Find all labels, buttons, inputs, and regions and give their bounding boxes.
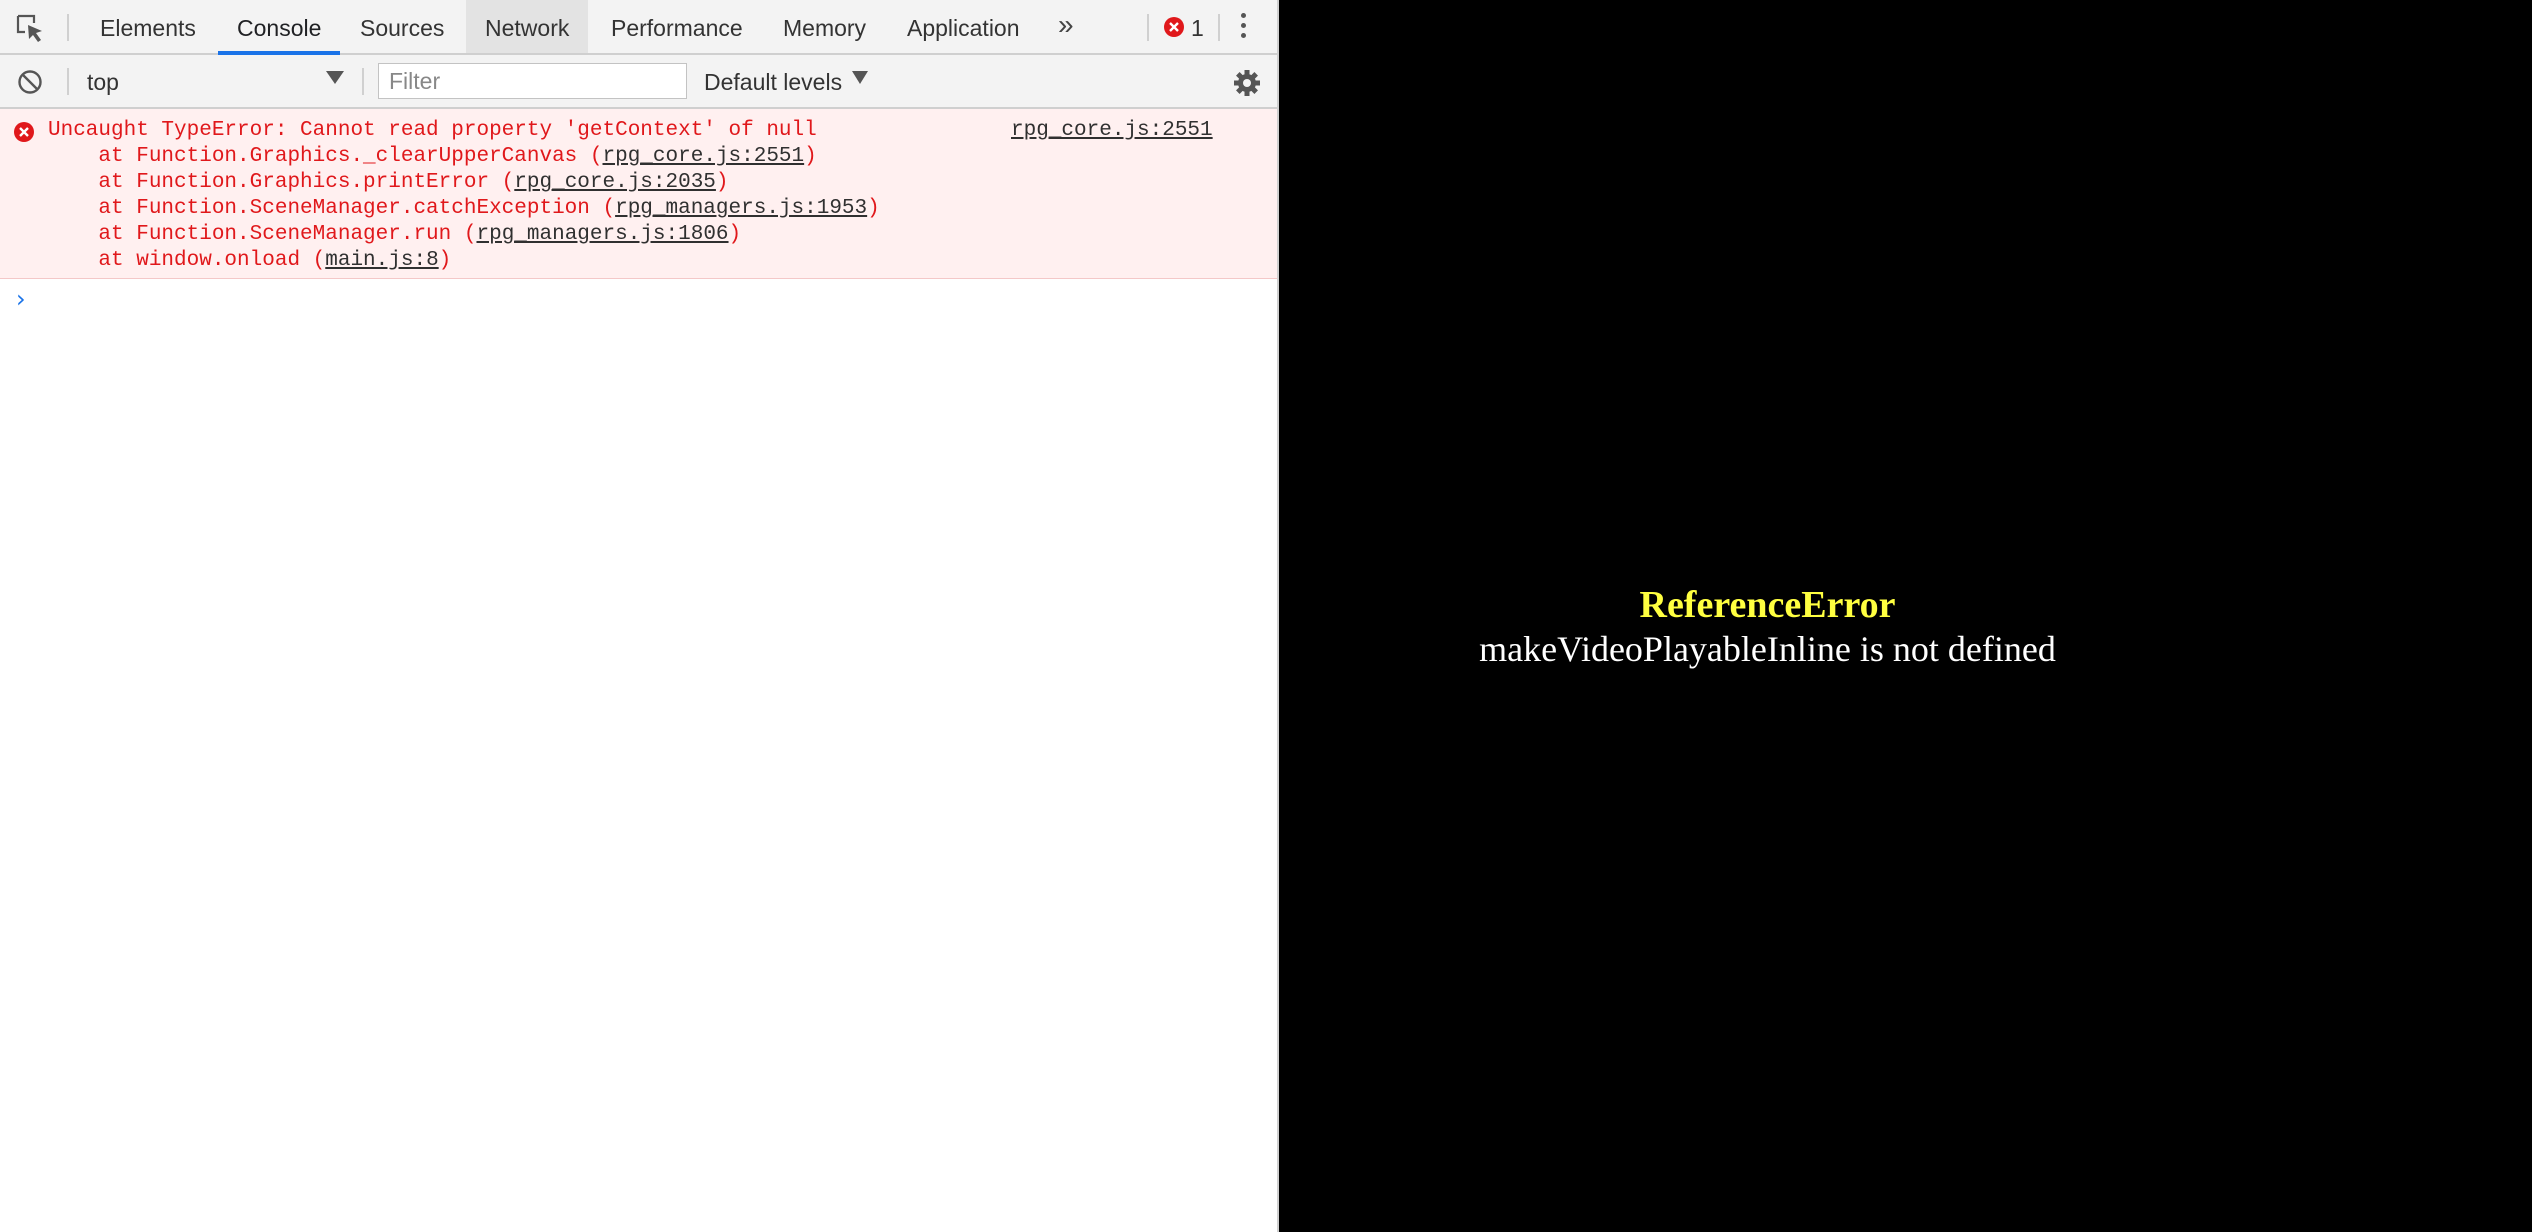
stack-frame: at Function.SceneManager.catchException … (48, 197, 880, 220)
stack-frame-link[interactable]: rpg_managers.js:1806 (476, 223, 728, 246)
inspect-element-icon[interactable] (15, 13, 45, 43)
stack-frame: at window.onload (main.js:8) (48, 249, 452, 272)
filter-input[interactable] (378, 63, 687, 99)
stack-frame: at Function.Graphics.printError (rpg_cor… (48, 171, 729, 194)
divider (1147, 14, 1149, 41)
error-source-link[interactable]: rpg_core.js:2551 (1011, 118, 1213, 144)
log-levels-dropdown[interactable]: Default levels (704, 69, 842, 95)
divider (67, 14, 69, 41)
context-dropdown-icon[interactable] (326, 71, 344, 84)
devtools-panel: Elements Console Sources Network Perform… (0, 0, 1279, 1232)
tab-elements[interactable]: Elements (81, 0, 215, 53)
game-error-message: makeVideoPlayableInline is not defined (1479, 629, 2056, 669)
more-tabs-icon[interactable]: » (1058, 10, 1074, 40)
error-count-icon[interactable] (1163, 16, 1185, 38)
tab-application[interactable]: Application (888, 0, 1039, 53)
tab-console[interactable]: Console (218, 0, 341, 55)
levels-dropdown-icon[interactable] (852, 71, 868, 84)
context-selector[interactable]: top (87, 69, 119, 95)
tab-memory[interactable]: Memory (764, 0, 885, 53)
stack-frame-link[interactable]: rpg_core.js:2035 (514, 171, 716, 194)
console-toolbar: top Default levels (0, 55, 1277, 109)
tab-sources[interactable]: Sources (341, 0, 463, 53)
stack-frame-link[interactable]: rpg_core.js:2551 (603, 145, 805, 168)
clear-console-icon[interactable] (17, 69, 43, 95)
divider (362, 68, 364, 95)
stack-frame-link[interactable]: rpg_managers.js:1953 (615, 197, 867, 220)
stack-frame: at Function.Graphics._clearUpperCanvas (… (48, 145, 817, 168)
error-count[interactable]: 1 (1191, 13, 1204, 43)
stack-frame: at Function.SceneManager.run (rpg_manage… (48, 223, 742, 246)
divider (67, 68, 69, 95)
error-icon (14, 122, 34, 142)
stack-frame-link[interactable]: main.js:8 (325, 249, 438, 272)
console-prompt[interactable]: › (16, 287, 26, 311)
tab-performance[interactable]: Performance (592, 0, 762, 53)
game-error-title: ReferenceError (1639, 584, 1896, 626)
more-options-icon[interactable] (1238, 13, 1248, 43)
console-error-message: Uncaught TypeError: Cannot read property… (0, 109, 1277, 279)
devtools-tab-bar: Elements Console Sources Network Perform… (0, 0, 1277, 55)
gear-icon[interactable] (1232, 68, 1262, 98)
divider (1218, 14, 1220, 41)
error-text: Uncaught TypeError: Cannot read property… (48, 119, 817, 142)
game-canvas: ReferenceError makeVideoPlayableInline i… (1281, 0, 2532, 1232)
tab-network[interactable]: Network (466, 0, 589, 53)
